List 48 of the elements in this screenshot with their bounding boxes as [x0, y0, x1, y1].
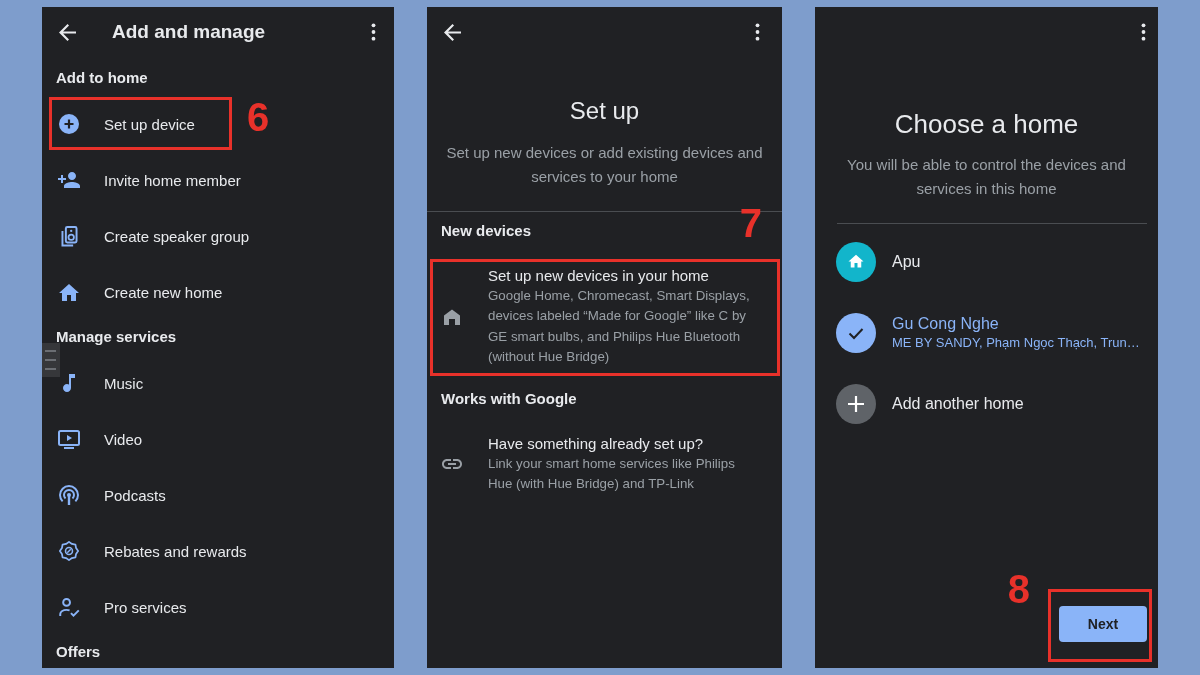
menu-item[interactable]: Pro services [58, 596, 187, 618]
podcast-icon [59, 484, 79, 506]
check-circle-icon [836, 312, 876, 353]
setup-option[interactable]: Have something already set up? Link your smart home services like Philips Hue (with Hue Bridge) and TP-Link [433, 430, 777, 501]
plus-circle-icon [836, 383, 876, 424]
screen-title: Choose a home [893, 108, 1080, 140]
person-add-icon [58, 172, 80, 188]
screen-subtitle: Set up new devices or add existing devices and services to your home [445, 143, 764, 187]
menu-item[interactable]: Create new home [58, 281, 223, 303]
arrow-left-icon[interactable] [59, 23, 76, 41]
section-heading: New devices [440, 221, 532, 241]
home-option[interactable]: Apu [815, 226, 1158, 297]
kebab-menu-icon[interactable] [1141, 23, 1146, 41]
next-button[interactable]: Next [1059, 606, 1147, 642]
home-circle-icon [836, 241, 876, 282]
kebab-menu-icon[interactable] [755, 23, 760, 41]
menu-item[interactable]: Video [58, 428, 143, 450]
screen-subtitle: You will be able to control the devices and services in this home [846, 155, 1127, 199]
chain-link-icon [442, 459, 462, 470]
menu-item[interactable]: Invite home member [58, 169, 241, 191]
setup-option[interactable]: Set up new devices in your home Google Home, Chromecast, Smart Displays, devices labeled “Made for Google” like C by GE smart bulbs, and Philips Hue Bluetooth (without Hue Bridge) [433, 262, 777, 374]
plus-circle-icon [59, 114, 79, 134]
screen-title: Set up [568, 96, 641, 126]
menu-item[interactable]: Set up device [58, 113, 195, 135]
speaker-icon [60, 225, 78, 247]
menu-item[interactable]: Create speaker group [58, 225, 250, 247]
drag-handle-icon[interactable] [42, 343, 60, 377]
arrow-left-icon[interactable] [444, 23, 461, 41]
kebab-menu-icon[interactable] [371, 23, 376, 41]
add-home-option[interactable]: Add another home [815, 368, 1158, 439]
music-note-icon [63, 374, 75, 392]
step-number: 7 [739, 203, 762, 243]
home-icon [443, 308, 461, 325]
step-number: 6 [246, 97, 270, 137]
home-icon [59, 283, 79, 301]
tv-play-icon [58, 429, 80, 449]
menu-item[interactable]: Podcasts [58, 484, 166, 506]
section-heading: Manage services [55, 327, 178, 347]
home-option[interactable]: Gu Cong Nghe ME BY SANDY, Phạm Ngọc Thạch, Trun… [815, 297, 1158, 368]
section-heading: Offers [55, 642, 102, 662]
person-check-icon [58, 597, 80, 617]
menu-item[interactable]: Music [58, 372, 144, 394]
menu-item[interactable]: Rebates and rewards [58, 540, 247, 562]
screen-title: Add and manage [112, 21, 266, 43]
badge-icon [59, 541, 79, 561]
section-heading: Add to home [55, 68, 149, 88]
step-number: 8 [1007, 569, 1030, 609]
section-heading: Works with Google [440, 389, 577, 410]
